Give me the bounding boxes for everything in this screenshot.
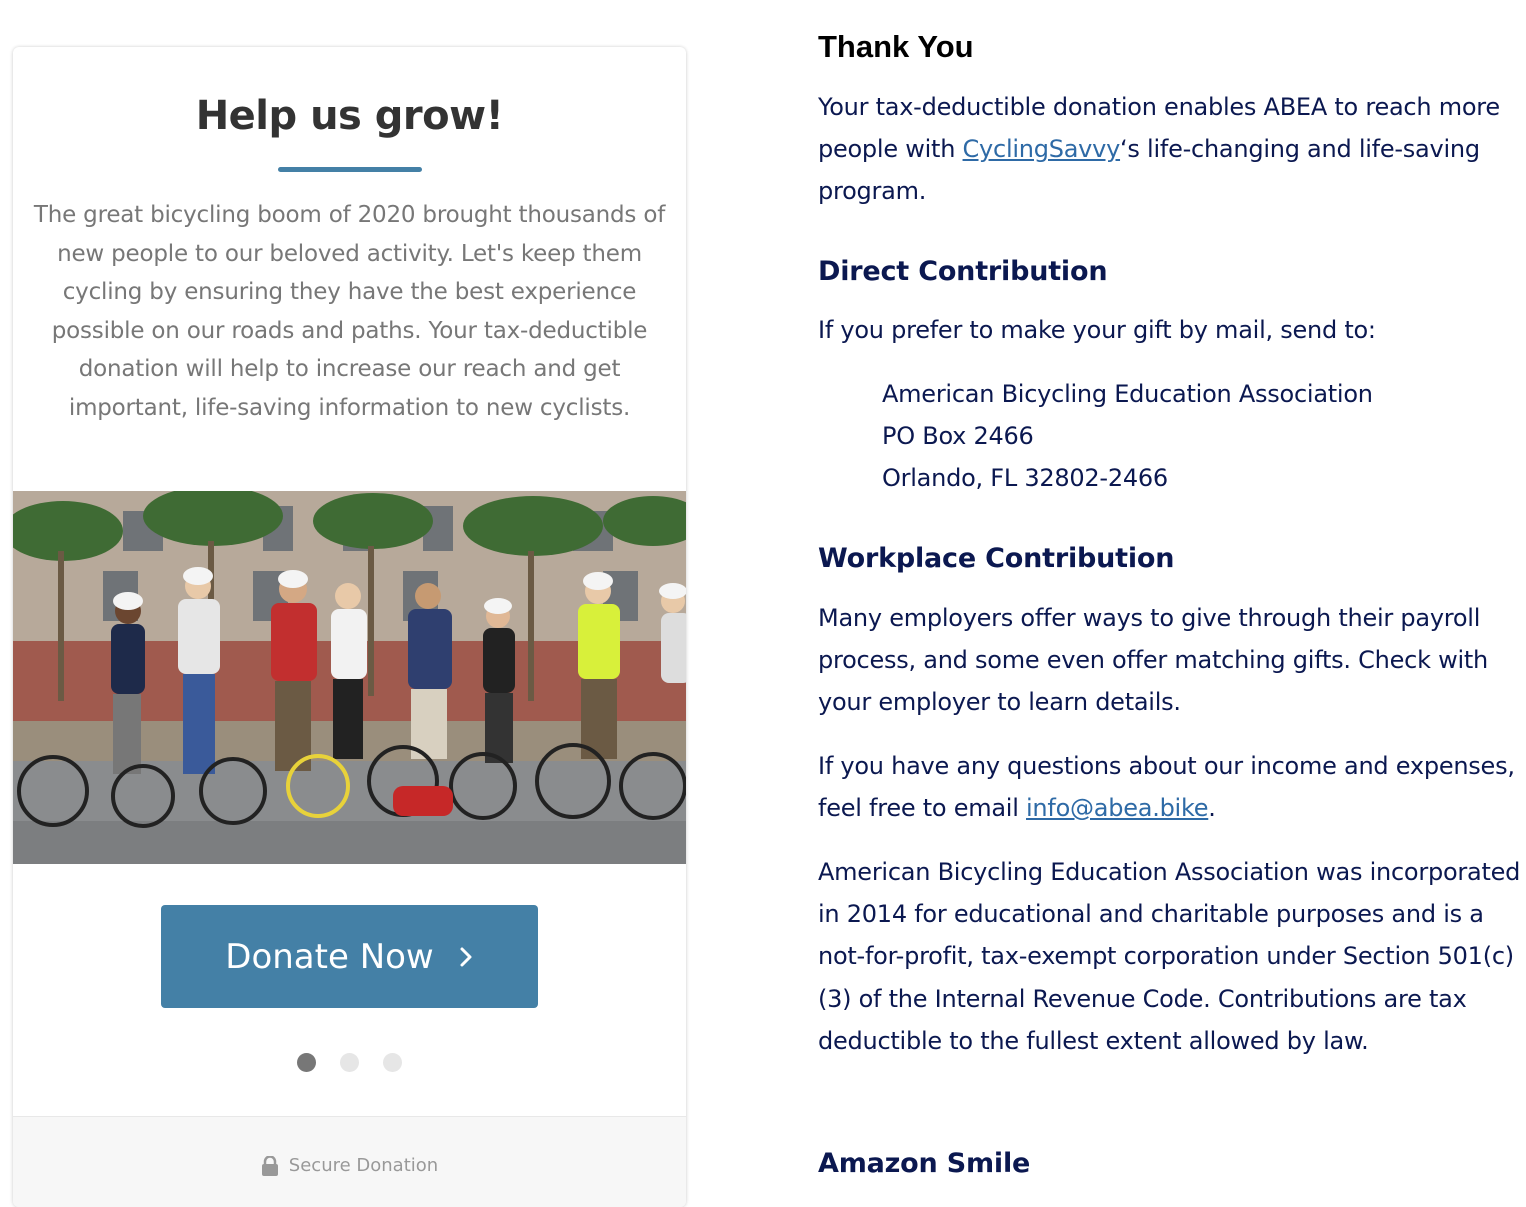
address-line-1: American Bicycling Education Association	[882, 380, 1373, 408]
donate-now-label: Donate Now	[225, 936, 434, 977]
mailing-address: American Bicycling Education Association…	[882, 373, 1373, 500]
group-cyclists-photo	[13, 491, 686, 864]
amazon-smile-heading: Amazon Smile	[818, 1148, 1031, 1179]
legal-text: American Bicycling Education Association…	[818, 858, 1521, 1055]
thank-you-text: Your tax-deductible donation enables ABE…	[818, 86, 1524, 213]
address-line-2: PO Box 2466	[882, 422, 1034, 451]
direct-contribution-intro: If you prefer to make your gift by mail,…	[818, 316, 1376, 344]
carousel-dot-2[interactable]	[340, 1053, 359, 1072]
chevron-right-icon	[460, 947, 472, 966]
title-underline	[278, 167, 422, 172]
cyclingsavvy-link[interactable]: CyclingSavvy	[963, 135, 1121, 163]
donate-now-button[interactable]: Donate Now	[161, 905, 538, 1008]
photo-illustration	[13, 491, 686, 864]
workplace-text: Many employers offer ways to give throug…	[818, 604, 1489, 717]
questions-text: If you have any questions about our inco…	[818, 745, 1524, 829]
questions-text-end: .	[1208, 794, 1216, 823]
card-footer: Secure Donation	[13, 1116, 686, 1207]
carousel-dot-1[interactable]	[297, 1053, 316, 1072]
card-description: The great bicycling boom of 2020 brought…	[33, 202, 666, 421]
carousel-dot-3[interactable]	[383, 1053, 402, 1072]
card-title: Help us grow!	[195, 93, 504, 139]
workplace-contribution-heading: Workplace Contribution	[818, 543, 1175, 574]
address-line-3: Orlando, FL 32802-2466	[882, 464, 1168, 493]
email-link[interactable]: info@abea.bike	[1026, 794, 1209, 822]
direct-contribution-heading: Direct Contribution	[818, 256, 1108, 287]
secure-donation: Secure Donation	[13, 1155, 686, 1176]
carousel-dots	[13, 1053, 686, 1072]
donation-card: Help us grow! The great bicycling boom o…	[13, 47, 686, 1207]
secure-donation-label: Secure Donation	[288, 1155, 439, 1176]
thank-you-heading: Thank You	[818, 29, 974, 64]
lock-icon	[261, 1155, 278, 1176]
